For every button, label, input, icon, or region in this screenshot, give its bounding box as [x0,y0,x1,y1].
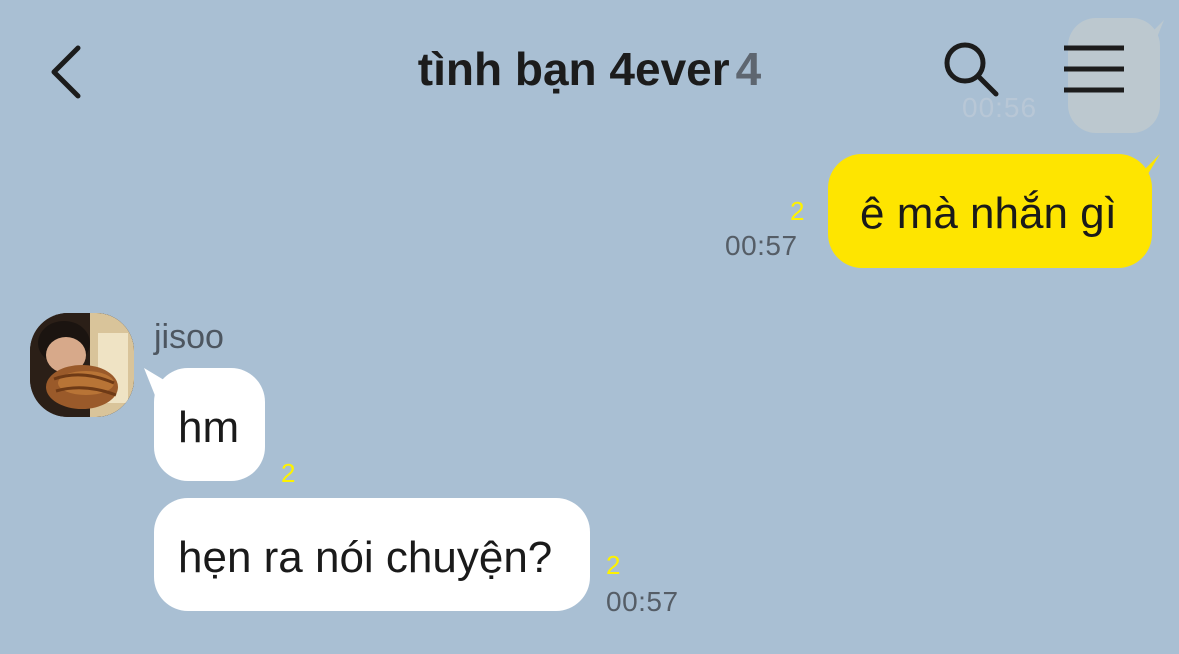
chat-title-text: tình bạn 4ever [417,43,730,95]
my-message-bubble[interactable]: ê mà nhắn gì [828,154,1152,268]
contact-message-bubble[interactable]: hẹn ra nói chuyện? [154,498,590,611]
menu-icon[interactable] [1062,44,1126,94]
member-count: 4 [735,43,762,95]
chat-title: tình bạn 4ever 4 [0,42,1179,96]
avatar-image [30,313,134,417]
unread-count: 2 [281,458,296,488]
unread-count: 2 [606,550,621,580]
message-text: ê mà nhắn gì [860,189,1117,238]
unread-count: 2 [790,196,805,226]
avatar[interactable] [30,313,134,417]
message-time: 00:57 [606,586,679,617]
message-text: hm [178,403,240,452]
sender-name: jisoo [154,318,224,356]
chat-screen: 00:56 tình bạn 4ever 4 2 00:57 ê mà nhắn … [0,0,1179,654]
search-icon[interactable] [940,38,1002,100]
message-time: 00:57 [725,230,798,261]
message-text: hẹn ra nói chuyện? [178,533,553,582]
contact-message-bubble[interactable]: hm [154,368,265,481]
